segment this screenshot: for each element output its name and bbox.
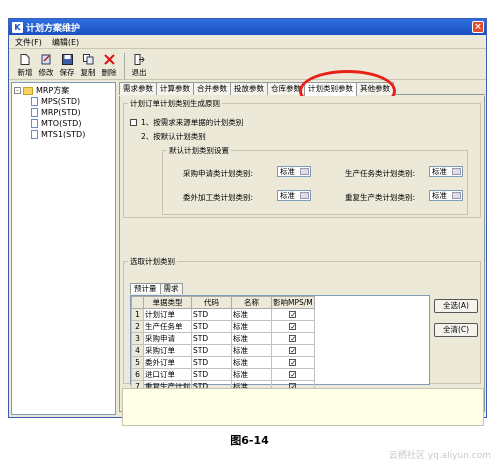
edit-button[interactable]: 修改 [36, 51, 56, 79]
table-row[interactable]: 3 采购申请 STD 标准 ✓ [131, 332, 315, 345]
rule-group: 计划订单计划类别生成原则 1、按需求来源单据的计划类别 2、按默认计划类别 默认… [123, 98, 481, 218]
sub-tab-strip: 预计量 需求 [130, 283, 183, 294]
subtab-demand[interactable]: 需求 [159, 283, 183, 294]
category-grid: 单据类型 代码 名称 影响MPS/M 1 计划订单 STD 标准 ✓ 2 生产任… [130, 295, 430, 393]
figure-caption: 图6-14 [230, 434, 269, 447]
col-name: 名称 [231, 296, 272, 309]
menu-bar: 文件(F) 编辑(E) [9, 36, 486, 49]
tab-release-params[interactable]: 投放参数 [230, 82, 268, 95]
col-doc-type: 单据类型 [143, 296, 192, 309]
affect-checkbox[interactable]: ✓ [289, 371, 297, 379]
table-row[interactable]: 5 委外订单 STD 标准 ✓ [131, 356, 315, 369]
production-category-field[interactable]: 标准 [429, 166, 463, 177]
menu-edit[interactable]: 编辑(E) [52, 37, 79, 48]
toolbar-separator [124, 53, 125, 79]
document-icon [31, 108, 38, 117]
lookup-icon[interactable] [300, 192, 309, 199]
main-area: 需求参数 计算参数 合并参数 投放参数 仓库参数 计划类别参数 其他参数 计划订… [119, 70, 485, 426]
option-by-source-checkbox[interactable] [130, 119, 137, 126]
subtab-forecast[interactable]: 预计量 [130, 283, 161, 294]
rework-category-label: 重复生产类计划类别: [345, 193, 416, 202]
new-button[interactable]: 新增 [15, 51, 35, 79]
document-icon [31, 130, 38, 139]
col-affect-mps: 影响MPS/M [271, 296, 315, 309]
app-icon: K [12, 21, 23, 33]
tree-root[interactable]: - MRP方案 [14, 85, 113, 96]
select-category-group: 选取计划类别 预计量 需求 单据类型 代码 名称 影响MPS/M 1 计划订单 … [123, 256, 481, 393]
watermark: 云栖社区 yq.aliyun.com [388, 451, 491, 461]
scheme-tree: - MRP方案 MPS(STD) MRP(STD) MTO(STD) MTS1(… [11, 82, 116, 415]
table-row[interactable]: 2 生产任务单 STD 标准 ✓ [131, 320, 315, 333]
tree-item-mrp[interactable]: MRP(STD) [14, 107, 113, 118]
clear-all-button[interactable]: 全清(C) [434, 323, 478, 337]
document-icon [31, 119, 38, 128]
lookup-icon[interactable] [452, 168, 461, 175]
new-doc-icon [20, 54, 31, 65]
tab-demand-params[interactable]: 需求参数 [119, 82, 157, 95]
rework-category-field[interactable]: 标准 [429, 190, 463, 201]
save-icon [61, 54, 73, 65]
table-header-row: 单据类型 代码 名称 影响MPS/M [131, 296, 315, 309]
folder-icon [23, 86, 33, 95]
affect-checkbox[interactable]: ✓ [289, 323, 297, 331]
col-code: 代码 [191, 296, 232, 309]
row-number-header [131, 296, 144, 309]
lookup-icon[interactable] [300, 168, 309, 175]
edit-icon [41, 54, 52, 65]
save-button[interactable]: 保存 [57, 51, 77, 79]
tree-item-mto[interactable]: MTO(STD) [14, 118, 113, 129]
copy-button[interactable]: 复制 [78, 51, 98, 79]
affect-checkbox[interactable]: ✓ [289, 359, 297, 367]
note-area [122, 388, 484, 426]
category-table: 单据类型 代码 名称 影响MPS/M 1 计划订单 STD 标准 ✓ 2 生产任… [131, 296, 315, 393]
toolbar: 新增 修改 保存 复制 删除 退出 [9, 50, 486, 80]
table-row[interactable]: 1 计划订单 STD 标准 ✓ [131, 308, 315, 321]
exit-button[interactable]: 退出 [129, 51, 149, 79]
close-button[interactable]: × [472, 21, 484, 33]
purchase-category-label: 采购申请类计划类别: [183, 169, 254, 178]
menu-file[interactable]: 文件(F) [15, 37, 42, 48]
outsource-category-field[interactable]: 标准 [277, 190, 311, 201]
purchase-category-field[interactable]: 标准 [277, 166, 311, 177]
affect-checkbox[interactable]: ✓ [289, 347, 297, 355]
option-by-default[interactable]: 2、按默认计划类别 [141, 131, 206, 142]
title-bar: K 计划方案维护 × [9, 19, 486, 35]
collapse-icon[interactable]: - [14, 87, 21, 94]
delete-button[interactable]: 删除 [99, 51, 119, 79]
copy-icon [82, 54, 94, 65]
tree-item-mps[interactable]: MPS(STD) [14, 96, 113, 107]
table-row[interactable]: 6 进口订单 STD 标准 ✓ [131, 368, 315, 381]
affect-checkbox[interactable]: ✓ [289, 335, 297, 343]
plan-scheme-window: K 计划方案维护 × 文件(F) 编辑(E) 新增 修改 保存 复制 删除 退出… [8, 18, 487, 426]
tab-merge-params[interactable]: 合并参数 [193, 82, 231, 95]
production-category-label: 生产任务类计划类别: [345, 169, 416, 178]
select-all-button[interactable]: 全选(A) [434, 299, 478, 313]
window-title: 计划方案维护 [26, 23, 81, 34]
exit-icon [134, 54, 145, 65]
affect-checkbox[interactable]: ✓ [289, 311, 297, 319]
outsource-category-label: 委外加工类计划类别: [183, 193, 254, 202]
default-category-group: 默认计划类别设置 采购申请类计划类别: 标准 生产任务类计划类别: 标准 委外加… [162, 145, 468, 215]
tab-calc-params[interactable]: 计算参数 [156, 82, 194, 95]
tree-item-mts1[interactable]: MTS1(STD) [14, 129, 113, 140]
delete-icon [103, 54, 115, 65]
tab-panel: 计划订单计划类别生成原则 1、按需求来源单据的计划类别 2、按默认计划类别 默认… [119, 96, 485, 426]
lookup-icon[interactable] [452, 192, 461, 199]
table-row[interactable]: 4 采购订单 STD 标准 ✓ [131, 344, 315, 357]
option-by-source[interactable]: 1、按需求来源单据的计划类别 [130, 117, 243, 128]
document-icon [31, 97, 38, 106]
